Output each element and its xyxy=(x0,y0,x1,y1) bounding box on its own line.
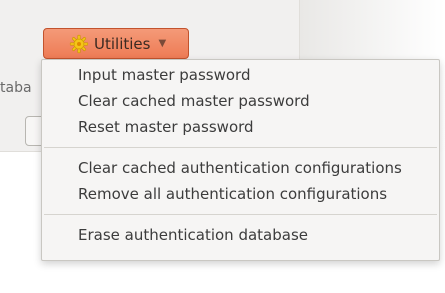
menu-separator xyxy=(44,214,437,215)
caret-down-icon: ▼ xyxy=(158,38,167,49)
menu-separator xyxy=(44,147,437,148)
utilities-button-label: Utilities xyxy=(94,34,151,53)
menu-item-label: Remove all authentication configurations xyxy=(78,185,388,203)
gear-icon xyxy=(68,33,90,55)
menu-item-label: Erase authentication database xyxy=(78,226,309,244)
menu-item-erase-auth-database[interactable]: Erase authentication database xyxy=(42,222,439,248)
menu-item-remove-all-auth-configs[interactable]: Remove all authentication configurations xyxy=(42,181,439,207)
menu-item-label: Reset master password xyxy=(78,118,254,136)
menu-item-input-master-password[interactable]: Input master password xyxy=(42,62,439,88)
menu-item-label: Input master password xyxy=(78,66,251,84)
utilities-button[interactable]: Utilities ▼ xyxy=(43,28,189,59)
menu-item-clear-cached-master-password[interactable]: Clear cached master password xyxy=(42,88,439,114)
menu-item-label: Clear cached master password xyxy=(78,92,310,110)
database-label-fragment: taba xyxy=(0,80,32,96)
utilities-dropdown-menu: Input master password Clear cached maste… xyxy=(41,59,440,261)
menu-item-reset-master-password[interactable]: Reset master password xyxy=(42,114,439,140)
menu-item-label: Clear cached authentication configuratio… xyxy=(78,159,402,177)
menu-item-clear-cached-auth-configs[interactable]: Clear cached authentication configuratio… xyxy=(42,155,439,181)
